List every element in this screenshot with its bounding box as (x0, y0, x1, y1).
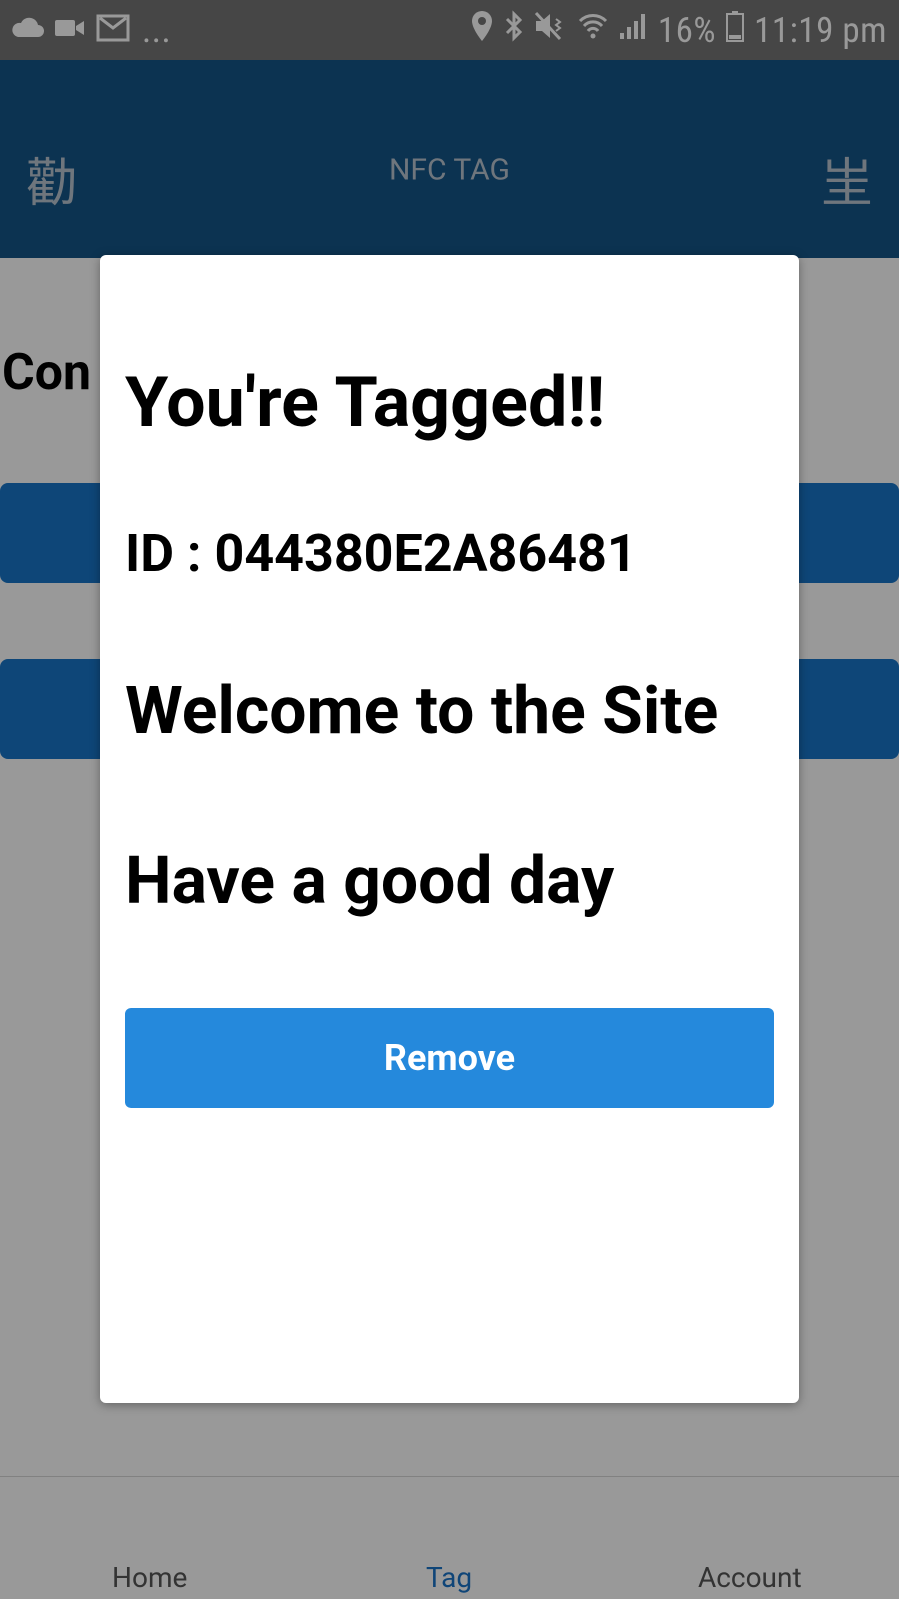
remove-button[interactable]: Remove (125, 1008, 774, 1108)
dialog-title: You're Tagged!! (125, 362, 606, 444)
tag-dialog: You're Tagged!! ID : 044380E2A86481 Welc… (100, 255, 799, 1403)
welcome-message: Welcome to the Site (125, 673, 719, 750)
farewell-message: Have a good day (125, 843, 615, 920)
tag-id-text: ID : 044380E2A86481 (125, 523, 637, 584)
